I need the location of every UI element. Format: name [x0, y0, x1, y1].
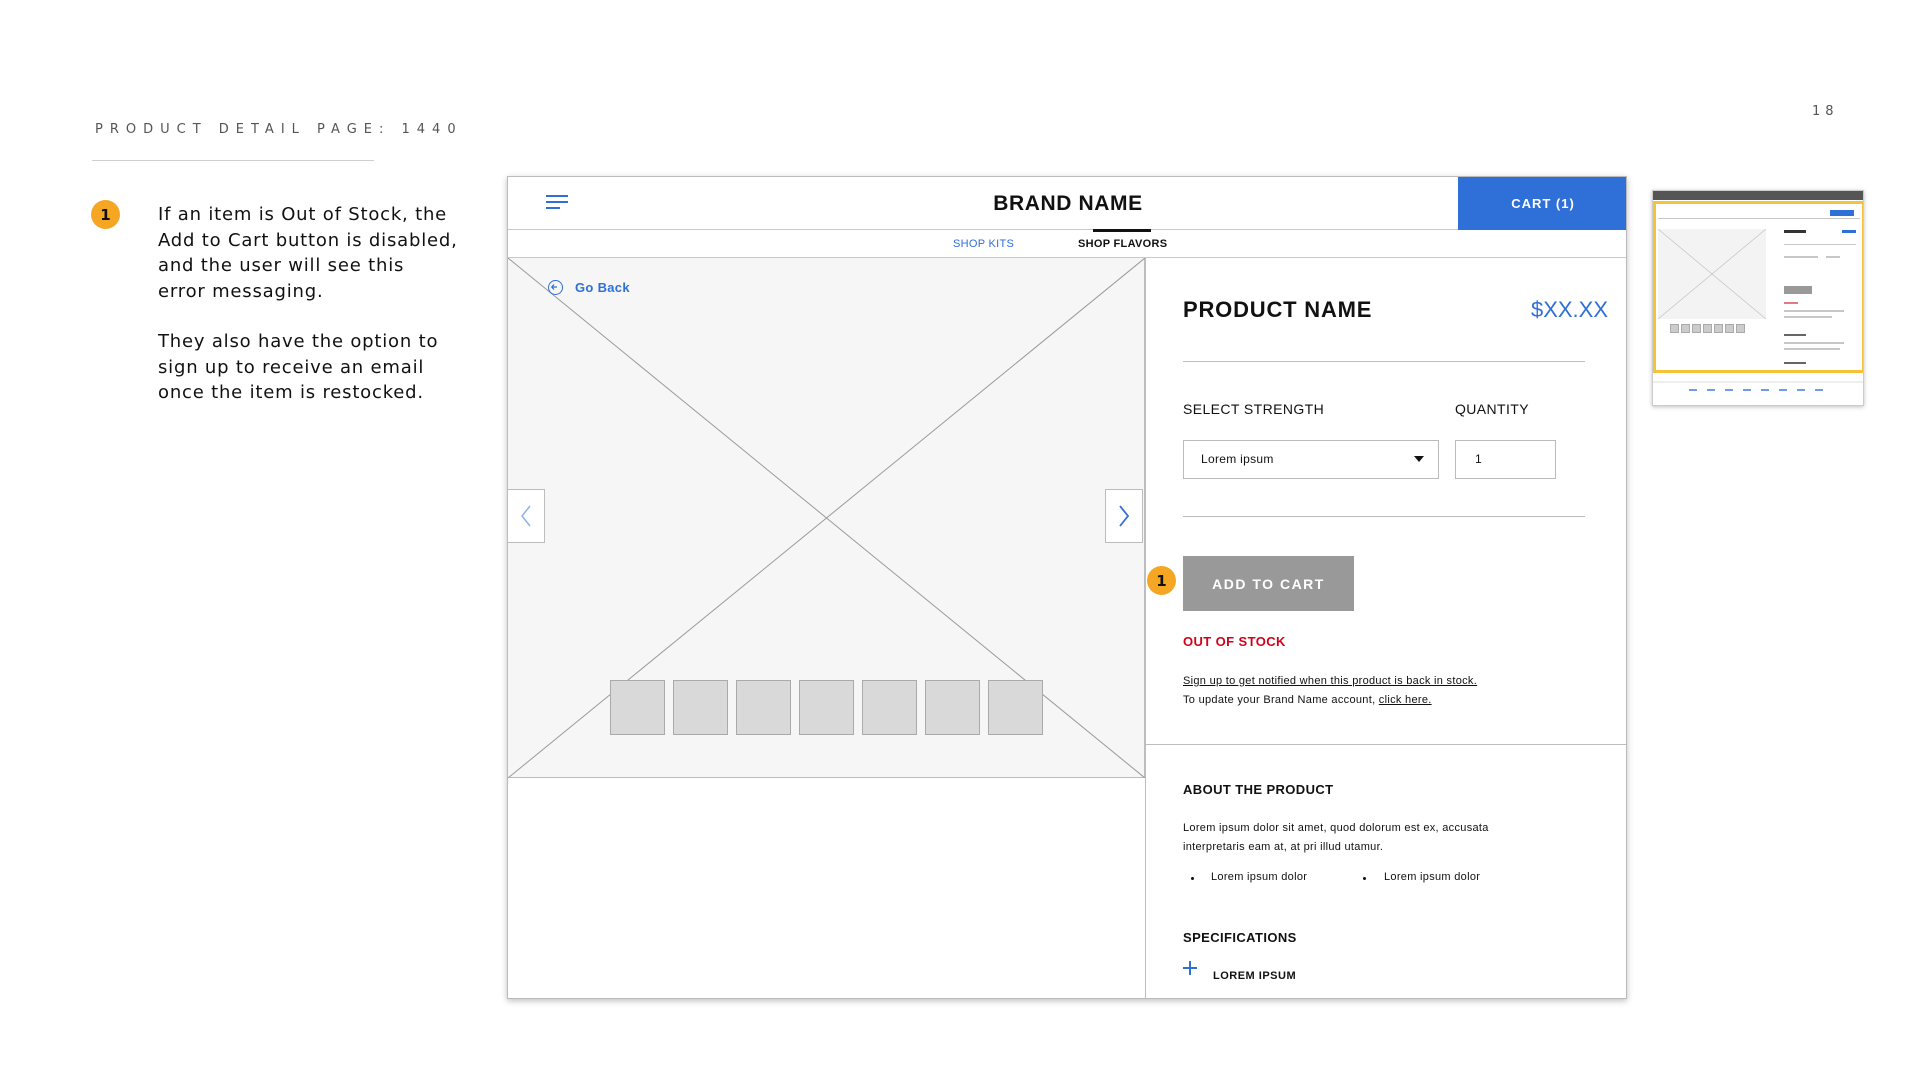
product-name: PRODUCT NAME — [1183, 297, 1373, 322]
annotation-badge: 1 — [91, 200, 120, 229]
wireframe-frame: BRAND NAME CART (1) SHOP KITS SHOP FLAVO… — [507, 176, 1627, 999]
gallery-thumbnail[interactable] — [925, 680, 980, 735]
out-of-stock-message: OUT OF STOCK — [1183, 634, 1286, 649]
cart-button[interactable]: CART (1) — [1458, 177, 1626, 230]
notify-signup-link[interactable]: Sign up to get notified when this produc… — [1183, 675, 1477, 687]
account-prefix: To update your Brand Name account, — [1183, 693, 1379, 706]
viewport-highlight — [1653, 201, 1863, 373]
caret-down-icon — [1414, 456, 1424, 462]
go-back-link[interactable]: Go Back — [548, 280, 630, 295]
title-divider — [92, 160, 374, 161]
quantity-label: QUANTITY — [1455, 401, 1529, 417]
about-bullet: Lorem ipsum dolor — [1211, 871, 1308, 883]
plus-icon[interactable] — [1183, 961, 1197, 975]
quantity-input[interactable]: 1 — [1455, 440, 1556, 479]
product-price: $XX.XX — [1530, 297, 1608, 322]
account-link[interactable]: click here. — [1379, 694, 1432, 706]
about-text: Lorem ipsum dolor sit amet, quod dolorum… — [1183, 822, 1489, 853]
sub-navigation: SHOP KITS SHOP FLAVORS — [508, 230, 1626, 258]
note-paragraph: If an item is Out of Stock, the Add to C… — [158, 204, 458, 302]
tab-shop-flavors[interactable]: SHOP FLAVORS — [1078, 230, 1167, 258]
active-tab-indicator — [1093, 229, 1151, 232]
section-divider — [1146, 744, 1626, 745]
go-back-label: Go Back — [575, 280, 630, 295]
tab-shop-kits[interactable]: SHOP KITS — [953, 230, 1014, 258]
gallery-thumbnail[interactable] — [610, 680, 665, 735]
about-title: ABOUT THE PRODUCT — [1183, 782, 1334, 797]
divider — [1183, 516, 1585, 517]
gallery-thumbnail[interactable] — [988, 680, 1043, 735]
restock-notice: Sign up to get notified when this produc… — [1183, 672, 1477, 709]
bullet-dot — [1363, 877, 1366, 880]
bullet-dot — [1191, 877, 1194, 880]
annotation-note: If an item is Out of Stock, the Add to C… — [158, 202, 458, 406]
mini-footer — [1653, 381, 1863, 383]
gallery-thumbnail[interactable] — [862, 680, 917, 735]
product-image-gallery: Go Back — [508, 258, 1145, 778]
about-bullet: Lorem ipsum dolor — [1384, 871, 1481, 883]
gallery-thumbnail[interactable] — [673, 680, 728, 735]
column-divider — [1145, 258, 1146, 998]
divider — [1183, 361, 1585, 362]
gallery-next-button[interactable] — [1105, 489, 1143, 543]
add-to-cart-button-disabled: ADD TO CART — [1183, 556, 1354, 611]
page-number: 18 — [1812, 104, 1839, 119]
top-navigation-bar: BRAND NAME CART (1) — [508, 177, 1626, 230]
annotation-badge: 1 — [1147, 566, 1176, 595]
slide-title: PRODUCT DETAIL PAGE: 1440 — [95, 122, 463, 137]
chevron-left-icon — [521, 505, 531, 527]
strength-select[interactable]: Lorem ipsum — [1183, 440, 1439, 479]
spec-accordion-item[interactable]: LOREM IPSUM — [1213, 970, 1296, 982]
strength-label: SELECT STRENGTH — [1183, 401, 1325, 417]
back-arrow-icon — [548, 280, 563, 295]
specifications-title: SPECIFICATIONS — [1183, 930, 1297, 945]
mini-warning-bar — [1653, 191, 1863, 200]
strength-select-value: Lorem ipsum — [1201, 452, 1274, 466]
gallery-prev-button[interactable] — [508, 489, 545, 543]
chevron-right-icon — [1119, 505, 1130, 527]
gallery-thumbnail[interactable] — [799, 680, 854, 735]
note-paragraph: They also have the option to sign up to … — [158, 331, 439, 403]
gallery-thumbnail[interactable] — [736, 680, 791, 735]
mini-footer-links — [1689, 389, 1829, 391]
page-thumbnail-preview — [1652, 190, 1864, 406]
thumbnail-strip — [610, 680, 1043, 735]
